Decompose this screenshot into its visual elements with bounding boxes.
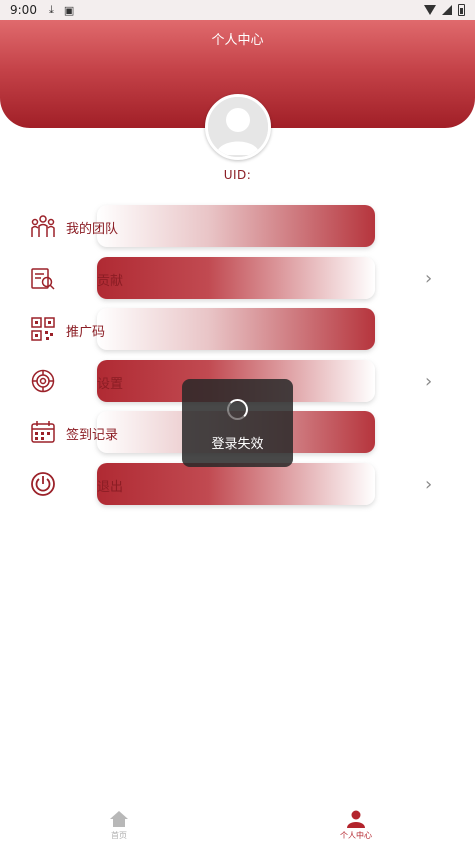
tab-home[interactable]: 首页 — [89, 810, 149, 841]
menu-item-label: 退出 — [97, 480, 124, 495]
signal-icon — [442, 5, 452, 15]
menu-bar — [97, 308, 375, 350]
avatar[interactable] — [205, 94, 271, 160]
menu-item-contribution[interactable]: 贡献 › — [0, 255, 475, 301]
menu-item-label: 我的团队 — [66, 222, 119, 237]
chevron-right-icon: › — [425, 268, 433, 289]
qr-code-icon — [31, 317, 55, 341]
uid-label: UID: — [223, 168, 252, 182]
menu-bar — [97, 463, 375, 505]
menu-item-team[interactable]: 我的团队 — [0, 203, 475, 249]
user-icon — [347, 810, 365, 828]
menu-item-promo-code[interactable]: 推广码 — [0, 306, 475, 352]
menu-item-label: 贡献 — [97, 274, 124, 289]
menu-bar — [97, 205, 375, 247]
tab-label: 首页 — [111, 831, 127, 840]
team-icon — [31, 215, 55, 237]
menu-item-label: 推广码 — [66, 325, 106, 340]
chevron-right-icon: › — [425, 371, 433, 392]
download-icon: ⤓ — [48, 3, 54, 16]
menu-bar — [97, 257, 375, 299]
menu-item-logout[interactable]: 退出 › — [0, 461, 475, 507]
loading-toast: 登录失效 — [182, 379, 293, 467]
wifi-icon — [424, 5, 436, 15]
tab-label: 个人中心 — [340, 831, 372, 840]
power-icon — [31, 472, 55, 496]
loading-spinner-icon — [227, 399, 248, 420]
chevron-right-icon: › — [425, 474, 433, 495]
status-bar: 9:00 ⤓ ▣ — [0, 0, 475, 20]
page-title: 个人中心 — [211, 33, 264, 48]
avatar-placeholder-icon — [208, 97, 268, 157]
menu-item-label: 设置 — [97, 377, 124, 392]
settings-icon — [31, 369, 55, 393]
toast-message: 登录失效 — [211, 437, 264, 452]
home-icon — [110, 811, 128, 827]
tab-profile[interactable]: 个人中心 — [326, 810, 386, 841]
battery-icon — [458, 4, 465, 16]
menu-item-label: 签到记录 — [66, 428, 119, 443]
calendar-icon — [31, 421, 55, 443]
status-time: 9:00 — [10, 3, 37, 17]
bottom-tab-bar: 首页 个人中心 — [0, 800, 475, 846]
app-notification-icon: ▣ — [63, 3, 75, 17]
contribution-search-icon — [31, 268, 55, 290]
